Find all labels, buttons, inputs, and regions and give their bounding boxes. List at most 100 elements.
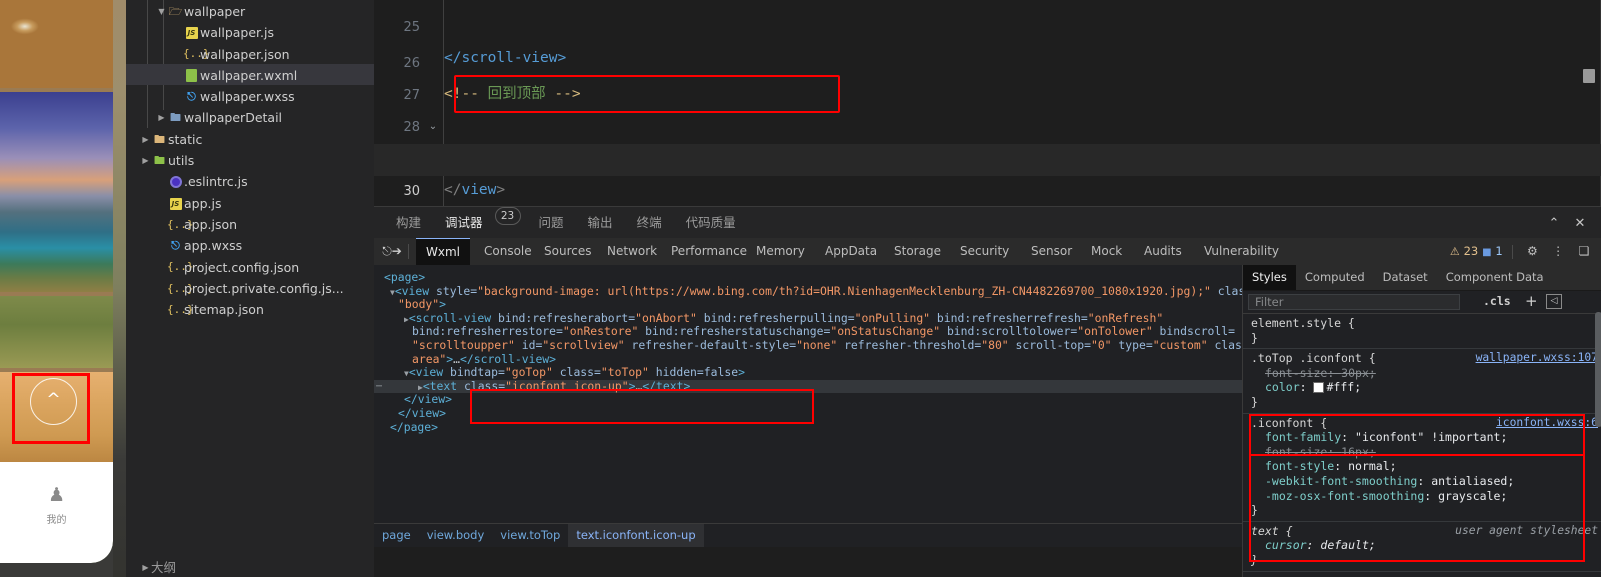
css-property[interactable]: font-style [1265,459,1334,473]
css-closing-brace: } [1251,503,1258,518]
cls-button[interactable]: .cls [1483,294,1511,308]
tree-item-sitemap[interactable]: {..}sitemap.json [126,298,374,319]
tree-item-project-config[interactable]: {..}project.config.json [126,256,374,277]
tree-item-wallpaper-wxml[interactable]: wallpaper.wxml [126,63,374,86]
css-property[interactable]: font-size [1265,445,1327,459]
devtools-top-bar: 构建 调试器 23 问题 输出 终端 代码质量 ⌃ ✕ [374,206,1601,240]
panel-tab-build[interactable]: 构建 [384,207,433,239]
css-rule-totop-iconfont: .toTop .iconfont { wallpaper.wxss:107 fo… [1243,349,1601,414]
wallpaper-thumb-2[interactable] [0,92,113,292]
more-options-icon[interactable]: ⋮ [1547,238,1569,265]
tab-sources[interactable]: Sources [534,238,601,265]
panel-tab-code-quality[interactable]: 代码质量 [674,207,748,239]
css-value[interactable]: "iconfont" !important [1355,430,1500,444]
styles-scrollbar-thumb[interactable] [1595,312,1601,427]
code-editor[interactable]: 25 </scroll-view> 26 <!-- 回到顶部 --> 27 ⌄ … [374,0,1601,206]
warning-count[interactable]: 23 [1464,244,1479,258]
css-selector[interactable]: .iconfont { [1251,416,1327,430]
simulator-edge-strip [113,0,126,577]
tab-security[interactable]: Security [950,238,1019,265]
css-value[interactable]: 30px [1341,366,1369,380]
breadcrumb-item-view-totop[interactable]: view.toTop [492,524,568,547]
breadcrumb-item-text-iconfont[interactable]: text.iconfont.icon-up [568,524,704,547]
tab-audits[interactable]: Audits [1134,238,1192,265]
css-property[interactable]: -webkit-font-smoothing [1265,474,1417,488]
twisty-icon[interactable]: ▶ [140,557,151,577]
css-selector[interactable]: element.style { [1251,316,1355,330]
cursor-select-icon[interactable]: ⎋➔ [380,241,404,262]
wxml-node-view-totop[interactable]: ▼<view bindtap="goTop" class="toTop" hid… [384,365,1242,380]
settings-gear-icon[interactable]: ⚙ [1521,238,1543,265]
twisty-icon[interactable]: ▶ [140,129,151,150]
tree-item-utils[interactable]: ▶ 🖿 utils [126,149,374,170]
tree-item-eslintrc[interactable]: .eslintrc.js [126,170,374,191]
tree-item-static[interactable]: ▶ 🖿 static [126,128,374,149]
panel-tab-terminal[interactable]: 终端 [625,207,674,239]
tab-computed[interactable]: Computed [1296,265,1374,290]
json-file-icon: {..} [167,217,194,231]
tab-sensor[interactable]: Sensor [1021,238,1082,265]
wxml-node-scrollview[interactable]: ▶<scroll-view bind:refresherabort="onAbo… [384,311,1242,326]
css-value[interactable]: grayscale [1438,489,1500,503]
tree-section-outline[interactable]: ▶ 大纲 [126,556,374,577]
tab-wxml[interactable]: Wxml [416,238,470,266]
tab-mock[interactable]: Mock [1081,238,1132,265]
css-value[interactable]: normal [1348,459,1390,473]
css-property[interactable]: font-size [1265,366,1327,380]
breadcrumb-item-view-body[interactable]: view.body [419,524,493,547]
tab-performance[interactable]: Performance [661,238,757,265]
panel-tab-problems[interactable]: 问题 [527,207,576,239]
twisty-icon[interactable]: ▶ [156,107,167,128]
css-source-link[interactable]: iconfont.wxss:6 [1496,416,1598,429]
info-count[interactable]: 1 [1495,244,1502,258]
collapse-icon[interactable]: ⌃ [1541,208,1567,240]
tree-item-app-wxss[interactable]: ⎋ app.wxss [126,234,374,255]
panel-tab-debugger[interactable]: 调试器 [433,207,495,240]
tab-dataset[interactable]: Dataset [1374,265,1437,290]
css-source-link[interactable]: wallpaper.wxss:107 [1476,351,1598,364]
tree-item-wallpaper-wxss[interactable]: ⎋ wallpaper.wxss [126,85,374,106]
twisty-icon[interactable]: ▶ [140,150,151,171]
wxml-tree-panel[interactable]: <page> ▼<view style="background-image: u… [374,265,1242,547]
sidebar-toggle-icon[interactable]: ◁ [1546,294,1562,309]
add-rule-button[interactable]: + [1525,292,1538,310]
tree-item-app-js[interactable]: JS app.js [126,192,374,213]
breadcrumb-item-page[interactable]: page [374,524,419,547]
more-dots-icon[interactable]: ⋯ [376,380,383,394]
tab-component-data[interactable]: Component Data [1437,265,1553,290]
wxml-node-page[interactable]: <page> [384,270,1242,285]
panel-tab-output[interactable]: 输出 [576,207,625,239]
css-value[interactable]: #fff [1326,380,1354,394]
css-property[interactable]: -moz-osx-font-smoothing [1265,489,1424,503]
styles-filter-input[interactable]: Filter [1248,294,1460,310]
tree-item-wallpaperdetail[interactable]: ▶ 🖿 wallpaperDetail [126,106,374,127]
close-icon[interactable]: ✕ [1567,208,1593,240]
tab-styles[interactable]: Styles [1243,265,1296,290]
dock-side-icon[interactable]: ❏ [1573,238,1595,265]
wallpaper-thumb-3[interactable] [0,296,113,368]
css-value[interactable]: antialiased [1431,474,1507,488]
tab-memory[interactable]: Memory [746,238,815,265]
css-property[interactable]: font-family [1265,430,1341,444]
tab-vulnerability[interactable]: Vulnerability [1194,238,1289,265]
css-property[interactable]: color [1265,380,1300,394]
css-selector[interactable]: .toTop .iconfont { [1251,351,1376,365]
wxml-node-view-body[interactable]: ▼<view style="background-image: url(http… [384,284,1242,299]
twisty-icon[interactable]: ▼ [156,1,167,22]
phone-preview[interactable]: ^ ♟ 我的 [0,0,113,563]
tree-item-wallpaper-js[interactable]: JS wallpaper.js [126,21,374,42]
tabbar-item-mine[interactable]: ♟ 我的 [0,484,113,526]
color-swatch[interactable] [1313,382,1325,394]
wallpaper-thumb-1[interactable] [0,0,113,88]
tree-item-wallpaper[interactable]: ▼ 🗁 wallpaper [126,0,374,21]
tab-network[interactable]: Network [597,238,667,265]
person-icon: ♟ [47,484,66,506]
tab-appdata[interactable]: AppData [815,238,887,265]
tab-storage[interactable]: Storage [884,238,951,265]
css-value[interactable]: 16px [1341,445,1369,459]
tab-console[interactable]: Console [474,238,542,265]
tree-item-project-private-config[interactable]: {..}project.private.config.js... [126,277,374,298]
tree-item-wallpaper-json[interactable]: {..}wallpaper.json [126,43,374,64]
warning-icon: ⚠ [1449,245,1460,258]
tree-item-app-json[interactable]: {..}app.json [126,213,374,234]
